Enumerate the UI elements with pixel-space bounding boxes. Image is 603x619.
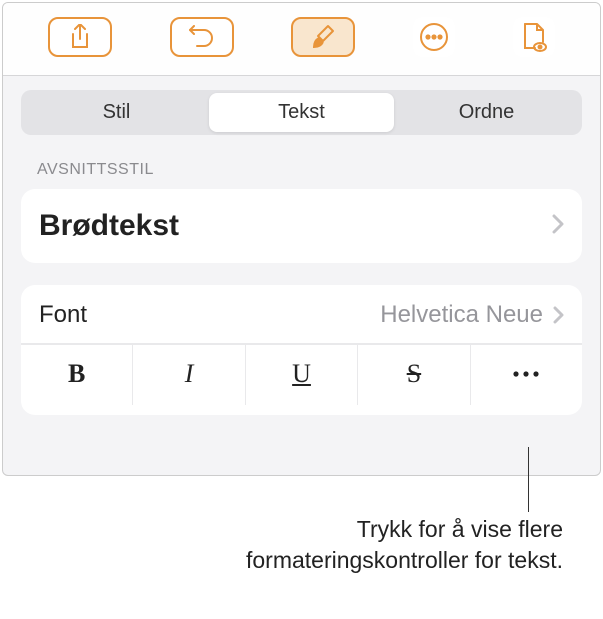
font-card: Font Helvetica Neue B I U S (21, 285, 582, 415)
paragraph-style-value: Brødtekst (39, 209, 179, 243)
paragraph-style-label: AVSNITTSSTIL (37, 161, 566, 179)
callout-line1: Trykk for å vise flere (246, 514, 563, 545)
strikethrough-button[interactable]: S (358, 345, 470, 405)
font-label: Font (39, 301, 87, 329)
tab-stil[interactable]: Stil (24, 93, 209, 132)
top-toolbar (3, 3, 600, 76)
callout-text: Trykk for å vise flere formateringskontr… (246, 514, 563, 576)
chevron-right-icon (552, 214, 564, 239)
share-icon (69, 24, 91, 50)
more-button[interactable] (413, 17, 455, 57)
paintbrush-icon (311, 24, 335, 50)
bold-button[interactable]: B (21, 345, 133, 405)
tab-ordne[interactable]: Ordne (394, 93, 579, 132)
paragraph-style-row[interactable]: Brødtekst (21, 189, 582, 263)
chevron-right-icon (553, 306, 564, 324)
undo-icon (189, 25, 215, 49)
callout-leader-line (528, 447, 529, 512)
format-button[interactable] (291, 17, 355, 57)
format-tabs: Stil Tekst Ordne (21, 90, 582, 135)
callout-line2: formateringskontroller for tekst. (246, 545, 563, 576)
document-view-icon (521, 22, 547, 52)
undo-button[interactable] (170, 17, 234, 57)
paragraph-style-card: Brødtekst (21, 189, 582, 263)
more-text-options-button[interactable] (471, 345, 582, 405)
share-button[interactable] (48, 17, 112, 57)
ellipsis-icon (511, 370, 541, 378)
italic-button[interactable]: I (133, 345, 245, 405)
document-view-button[interactable] (513, 17, 555, 57)
font-value-wrap: Helvetica Neue (380, 301, 564, 329)
more-icon (419, 22, 449, 52)
font-value: Helvetica Neue (380, 301, 543, 329)
tab-tekst[interactable]: Tekst (209, 93, 394, 132)
text-style-row: B I U S (21, 344, 582, 405)
underline-button[interactable]: U (246, 345, 358, 405)
font-row[interactable]: Font Helvetica Neue (21, 285, 582, 344)
